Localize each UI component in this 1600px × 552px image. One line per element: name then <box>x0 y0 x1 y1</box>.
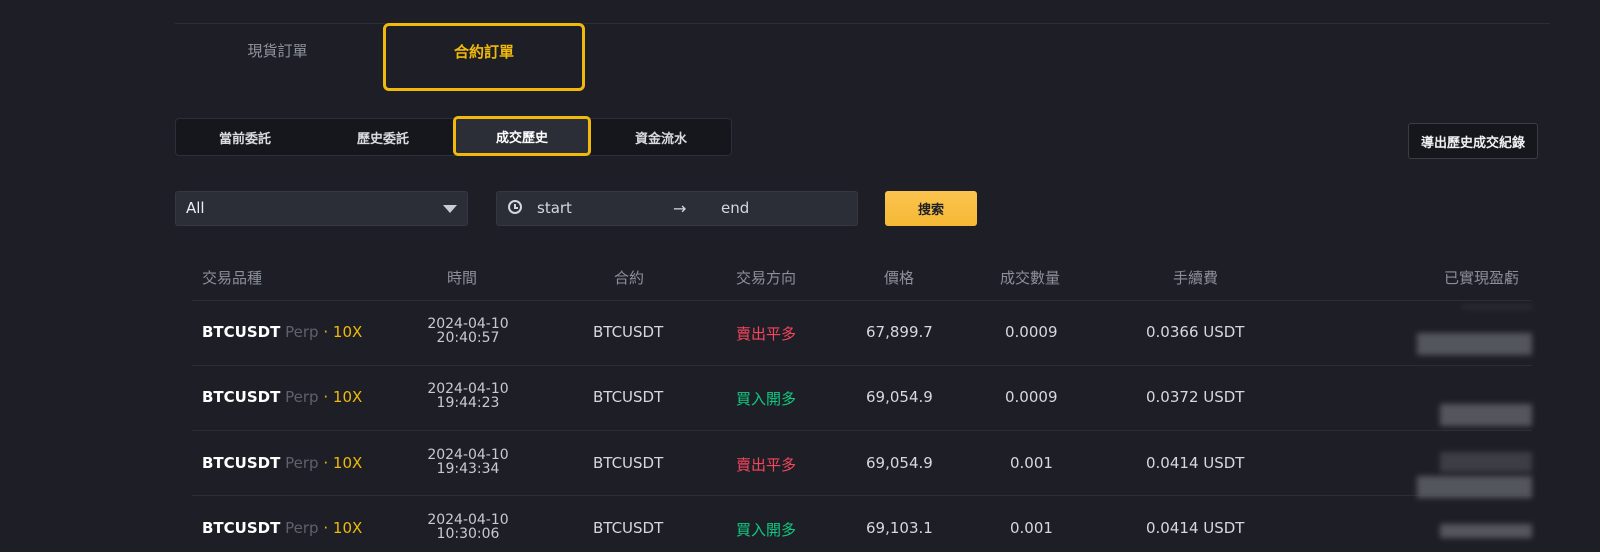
fee-cell: 0.0366 USDT <box>1146 323 1245 341</box>
leverage-tag: 10X <box>332 388 363 406</box>
arrow-right-icon: → <box>673 199 687 218</box>
redacted-pnl <box>1440 524 1532 538</box>
separator: · <box>323 454 329 472</box>
leverage-tag: 10X <box>332 323 363 341</box>
time-cell: 2024-04-10 19:44:23 <box>413 382 523 410</box>
col-header-symbol: 交易品種 <box>202 269 263 287</box>
trade-time: 20:40:57 <box>436 330 500 346</box>
col-header-side: 交易方向 <box>736 269 797 287</box>
quantity-cell: 0.001 <box>1010 454 1053 472</box>
fee-cell: 0.0414 USDT <box>1146 519 1245 537</box>
quantity-cell: 0.001 <box>1010 519 1053 537</box>
separator: · <box>323 323 329 341</box>
separator: · <box>323 519 329 537</box>
start-date-input[interactable]: start <box>537 192 572 225</box>
col-header-fee: 手續費 <box>1173 269 1219 287</box>
trade-date: 2024-04-10 <box>427 512 509 528</box>
tab-futures-orders[interactable]: 合約訂單 <box>383 23 585 91</box>
price-cell: 67,899.7 <box>866 323 933 341</box>
subtab-open-orders[interactable]: 當前委託 <box>176 119 314 155</box>
symbol-select[interactable]: All <box>175 191 468 226</box>
end-date-input[interactable]: end <box>721 192 749 225</box>
redacted-pnl <box>1440 404 1532 426</box>
row-divider <box>192 430 1532 431</box>
fee-cell: 0.0414 USDT <box>1146 454 1245 472</box>
search-button[interactable]: 搜索 <box>885 191 977 226</box>
caret-down-icon <box>443 205 457 213</box>
col-header-time: 時間 <box>447 269 478 287</box>
quantity-cell: 0.0009 <box>1005 388 1058 406</box>
price-cell: 69,103.1 <box>866 519 933 537</box>
separator: · <box>323 388 329 406</box>
contract-cell: BTCUSDT <box>593 323 664 341</box>
symbol-cell[interactable]: BTCUSDT Perp · 10X <box>202 519 362 537</box>
export-trade-history-button[interactable]: 導出歷史成交紀錄 <box>1408 123 1538 159</box>
time-cell: 2024-04-10 10:30:06 <box>413 513 523 541</box>
time-cell: 2024-04-10 19:43:34 <box>413 448 523 476</box>
clock-icon <box>508 200 522 214</box>
redacted-pnl <box>1417 333 1532 355</box>
col-header-quantity: 成交數量 <box>1000 269 1061 287</box>
price-cell: 69,054.9 <box>866 454 933 472</box>
row-divider <box>192 365 1532 366</box>
col-header-realized-pnl: 已實現盈虧 <box>1444 269 1520 287</box>
symbol-select-value: All <box>186 199 205 217</box>
leverage-tag: 10X <box>332 519 363 537</box>
redacted-pnl <box>1440 452 1532 472</box>
subtab-order-history[interactable]: 歷史委託 <box>314 119 452 155</box>
quantity-cell: 0.0009 <box>1005 323 1058 341</box>
symbol-name: BTCUSDT <box>202 388 281 406</box>
date-range-picker[interactable]: start → end <box>496 191 858 226</box>
price-cell: 69,054.9 <box>866 388 933 406</box>
row-divider <box>192 300 1532 301</box>
contract-cell: BTCUSDT <box>593 519 664 537</box>
trade-time: 10:30:06 <box>436 526 500 542</box>
symbol-cell[interactable]: BTCUSDT Perp · 10X <box>202 388 362 406</box>
order-subtabs: 當前委託 歷史委託 成交歷史 資金流水 <box>175 116 732 156</box>
side-cell: 買入開多 <box>736 390 797 408</box>
trade-date: 2024-04-10 <box>427 381 509 397</box>
top-divider <box>175 23 1550 24</box>
redacted-pnl <box>1462 306 1532 308</box>
tab-spot-orders[interactable]: 現貨訂單 <box>175 24 380 76</box>
side-cell: 賣出平多 <box>736 456 797 474</box>
col-header-contract: 合約 <box>614 269 645 287</box>
side-cell: 賣出平多 <box>736 325 797 343</box>
perp-tag: Perp <box>285 323 319 341</box>
trade-time: 19:43:34 <box>436 461 500 477</box>
symbol-cell[interactable]: BTCUSDT Perp · 10X <box>202 454 362 472</box>
col-header-price: 價格 <box>884 269 915 287</box>
perp-tag: Perp <box>285 454 319 472</box>
trade-date: 2024-04-10 <box>427 316 509 332</box>
symbol-name: BTCUSDT <box>202 519 281 537</box>
contract-cell: BTCUSDT <box>593 388 664 406</box>
leverage-tag: 10X <box>332 454 363 472</box>
symbol-cell[interactable]: BTCUSDT Perp · 10X <box>202 323 362 341</box>
symbol-name: BTCUSDT <box>202 454 281 472</box>
contract-cell: BTCUSDT <box>593 454 664 472</box>
trade-time: 19:44:23 <box>436 395 500 411</box>
trade-date: 2024-04-10 <box>427 447 509 463</box>
perp-tag: Perp <box>285 519 319 537</box>
symbol-name: BTCUSDT <box>202 323 281 341</box>
fee-cell: 0.0372 USDT <box>1146 388 1245 406</box>
redacted-pnl <box>1417 476 1532 498</box>
subtab-trade-history[interactable]: 成交歷史 <box>453 116 591 156</box>
subtab-transaction-history[interactable]: 資金流水 <box>592 119 730 155</box>
time-cell: 2024-04-10 20:40:57 <box>413 317 523 345</box>
row-divider <box>192 495 1532 496</box>
perp-tag: Perp <box>285 388 319 406</box>
side-cell: 買入開多 <box>736 521 797 539</box>
